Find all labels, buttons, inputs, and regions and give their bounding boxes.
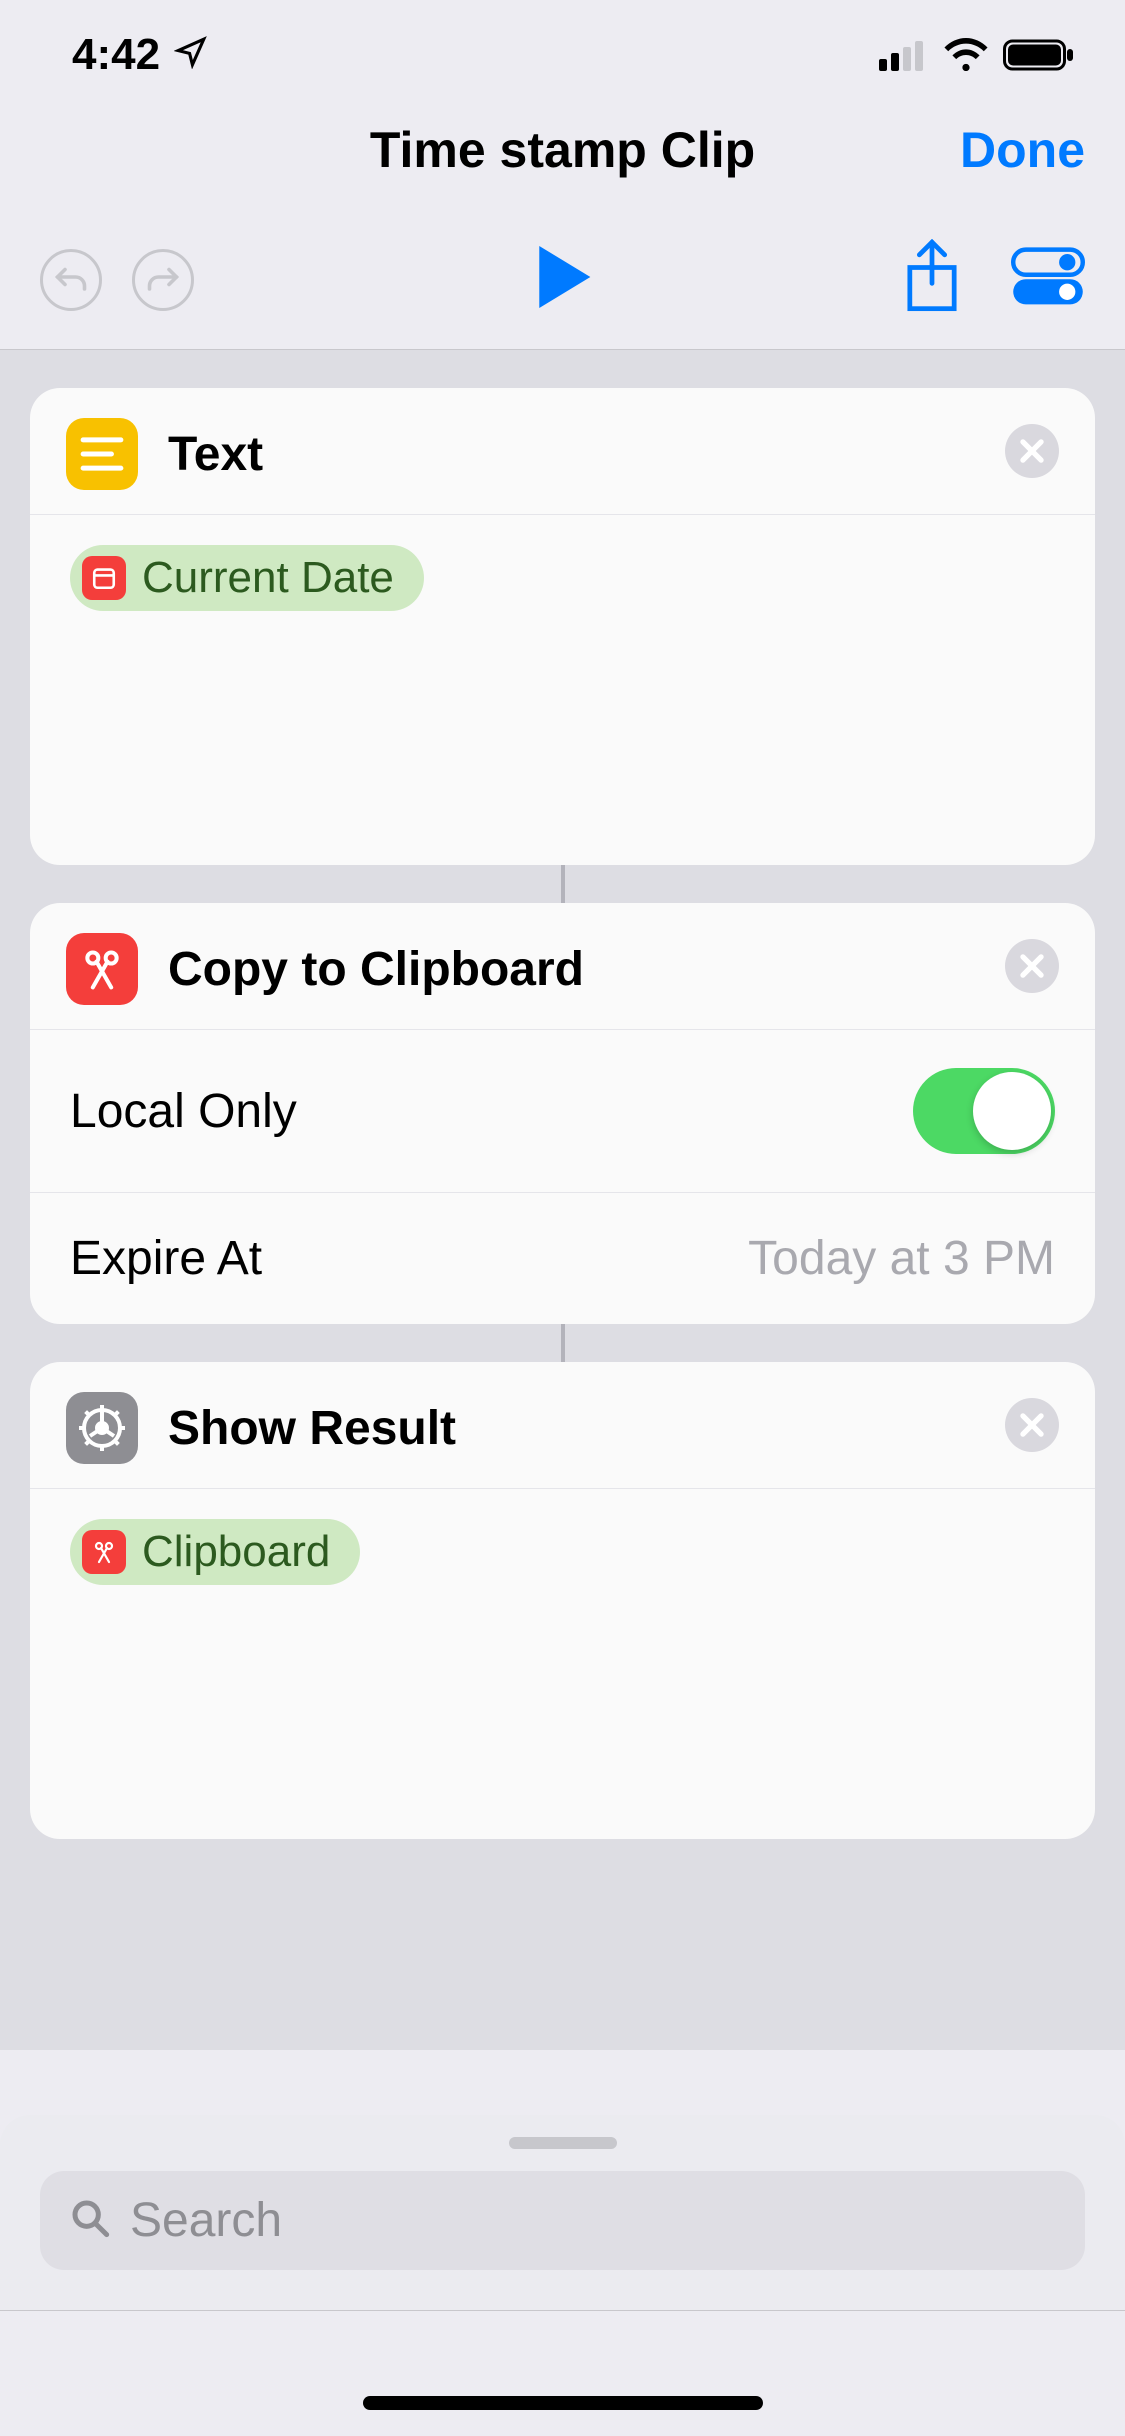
workflow-canvas: Text Current Date bbox=[0, 350, 1125, 2050]
search-icon bbox=[70, 2198, 110, 2243]
undo-button[interactable] bbox=[40, 249, 102, 311]
location-icon bbox=[174, 30, 208, 80]
local-only-switch[interactable] bbox=[913, 1068, 1055, 1154]
calendar-icon bbox=[82, 556, 126, 600]
row-local-only: Local Only bbox=[30, 1030, 1095, 1192]
battery-icon bbox=[1003, 38, 1075, 72]
status-time: 4:42 bbox=[72, 30, 160, 80]
text-icon bbox=[66, 418, 138, 490]
action-title: Show Result bbox=[168, 1401, 456, 1456]
page-title: Time stamp Clip bbox=[370, 121, 755, 179]
action-header: Text bbox=[30, 388, 1095, 515]
action-title: Copy to Clipboard bbox=[168, 942, 584, 997]
nav-header: Time stamp Clip Done bbox=[0, 90, 1125, 210]
gear-icon bbox=[66, 1392, 138, 1464]
sheet-grabber[interactable] bbox=[509, 2137, 617, 2149]
redo-button[interactable] bbox=[132, 249, 194, 311]
action-title: Text bbox=[168, 427, 263, 482]
row-value: Today at 3 PM bbox=[748, 1231, 1055, 1286]
action-card-show-result[interactable]: Show Result Clipboard bbox=[30, 1362, 1095, 1839]
variable-token-current-date[interactable]: Current Date bbox=[70, 545, 424, 611]
status-bar: 4:42 bbox=[0, 0, 1125, 90]
search-placeholder: Search bbox=[130, 2193, 282, 2248]
action-card-text[interactable]: Text Current Date bbox=[30, 388, 1095, 865]
action-library-sheet[interactable]: Search bbox=[0, 2115, 1125, 2311]
variable-token-clipboard[interactable]: Clipboard bbox=[70, 1519, 360, 1585]
action-body[interactable]: Current Date bbox=[30, 515, 1095, 865]
home-indicator[interactable] bbox=[363, 2396, 763, 2410]
play-button[interactable] bbox=[535, 246, 591, 313]
search-input[interactable]: Search bbox=[40, 2171, 1085, 2270]
token-label: Current Date bbox=[142, 553, 394, 603]
done-button[interactable]: Done bbox=[960, 121, 1085, 179]
connector bbox=[561, 1324, 565, 1362]
action-header: Copy to Clipboard bbox=[30, 903, 1095, 1030]
token-label: Clipboard bbox=[142, 1527, 330, 1577]
scissors-icon bbox=[82, 1530, 126, 1574]
action-header: Show Result bbox=[30, 1362, 1095, 1489]
toolbar bbox=[0, 210, 1125, 350]
cellular-icon bbox=[879, 39, 929, 71]
delete-action-button[interactable] bbox=[1005, 939, 1059, 993]
row-label: Local Only bbox=[70, 1084, 297, 1139]
action-parameters: Local Only Expire At Today at 3 PM bbox=[30, 1030, 1095, 1324]
scissors-icon bbox=[66, 933, 138, 1005]
connector bbox=[561, 865, 565, 903]
share-button[interactable] bbox=[903, 239, 961, 320]
row-expire-at[interactable]: Expire At Today at 3 PM bbox=[30, 1192, 1095, 1324]
row-label: Expire At bbox=[70, 1231, 262, 1286]
wifi-icon bbox=[943, 38, 989, 72]
settings-button[interactable] bbox=[1011, 247, 1085, 312]
delete-action-button[interactable] bbox=[1005, 424, 1059, 478]
action-body[interactable]: Clipboard bbox=[30, 1489, 1095, 1839]
delete-action-button[interactable] bbox=[1005, 1398, 1059, 1452]
action-card-copy[interactable]: Copy to Clipboard Local Only Expire At T… bbox=[30, 903, 1095, 1324]
